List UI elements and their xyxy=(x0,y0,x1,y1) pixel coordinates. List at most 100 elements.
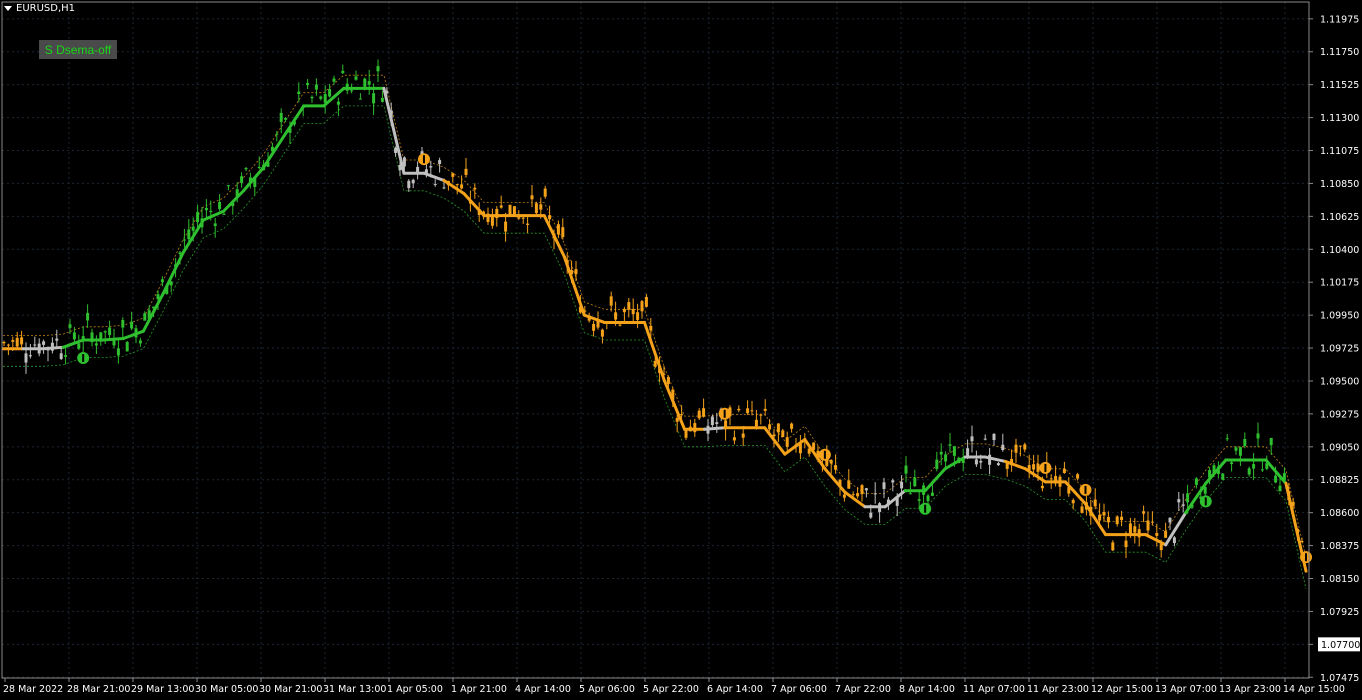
candle-body xyxy=(24,353,28,363)
candle-body xyxy=(1062,468,1066,474)
time-tick-label: 30 Mar 05:00 xyxy=(195,684,258,695)
candle-body xyxy=(1177,499,1181,503)
arrow-shaft xyxy=(1204,497,1207,506)
candle-body xyxy=(614,312,618,320)
candle-body xyxy=(891,480,895,483)
candle-body xyxy=(746,408,750,414)
candle-body xyxy=(785,437,789,447)
candle-body xyxy=(332,78,336,82)
chart-background xyxy=(0,0,1362,700)
candle-body xyxy=(1243,439,1247,447)
arrow-shaft xyxy=(1084,485,1087,494)
candle-body xyxy=(240,176,244,183)
candle-body xyxy=(574,269,578,275)
time-tick-label: 12 Apr 15:00 xyxy=(1091,684,1153,695)
candle-body xyxy=(864,488,868,491)
candle-body xyxy=(508,204,512,215)
arrow-shaft xyxy=(823,450,826,459)
time-tick-label: 30 Mar 21:00 xyxy=(259,684,322,695)
candle-body xyxy=(15,337,19,347)
price-chart[interactable]: 1.11975 1.11750 1.11525 1.11300 1.11075 1.108… xyxy=(0,0,1362,700)
arrow-shaft xyxy=(723,409,726,418)
dsema-segment xyxy=(703,426,727,431)
price-tick-label: 1.11075 xyxy=(1320,146,1359,157)
time-tick-label: 7 Apr 22:00 xyxy=(835,684,891,695)
symbol-timeframe-label[interactable]: EURUSD,H1 xyxy=(4,3,75,14)
candle-body xyxy=(319,96,323,99)
candle-body xyxy=(913,477,917,487)
candle-body xyxy=(1023,444,1027,450)
candle-body xyxy=(860,485,864,495)
price-tick-label: 1.08600 xyxy=(1320,508,1359,519)
candle-body xyxy=(138,340,142,344)
arrow-shaft xyxy=(924,504,927,513)
candle-body xyxy=(108,327,112,336)
candle-body xyxy=(1238,447,1242,456)
candle-body xyxy=(72,332,76,340)
candle-body xyxy=(407,180,411,189)
candle-body xyxy=(59,353,63,359)
candle-body xyxy=(781,430,785,437)
candle-body xyxy=(636,312,640,320)
price-tick-label: 1.09500 xyxy=(1320,376,1359,387)
current-price-text: 1.07700 xyxy=(1321,640,1360,651)
candle-body xyxy=(847,480,851,489)
candle-body xyxy=(438,160,442,165)
candle-body xyxy=(1032,464,1036,470)
candle-body xyxy=(842,494,846,498)
candle-body xyxy=(1225,438,1229,440)
candle-body xyxy=(367,81,371,85)
candle-body xyxy=(358,98,362,100)
arrow-shaft xyxy=(422,155,425,164)
candle-body xyxy=(1269,437,1273,446)
arrow-shaft xyxy=(82,354,85,362)
candle-body xyxy=(86,313,90,321)
dsema-toggle-button[interactable]: S Dsema-off xyxy=(39,40,117,59)
candle-body xyxy=(970,436,974,442)
candle-body xyxy=(1168,517,1172,523)
candle-body xyxy=(675,417,679,422)
candle-body xyxy=(561,227,565,238)
candle-body xyxy=(363,78,367,87)
time-tick-label: 8 Apr 14:00 xyxy=(899,684,955,695)
candle-body xyxy=(732,437,736,441)
candle-body xyxy=(11,340,15,342)
candle-body xyxy=(948,444,952,446)
candle-body xyxy=(759,414,763,416)
candle-body xyxy=(1221,473,1225,480)
time-tick-label: 28 Mar 2022 xyxy=(3,684,63,695)
candle-body xyxy=(1018,445,1022,447)
candle-body xyxy=(28,355,32,357)
candle-body xyxy=(209,210,213,213)
candle-body xyxy=(1186,493,1190,503)
candle-body xyxy=(20,337,24,345)
candle-body xyxy=(55,338,59,341)
candle-body xyxy=(130,321,134,329)
candle-body xyxy=(526,223,530,225)
candle-body xyxy=(125,341,129,352)
time-tick-label: 6 Apr 14:00 xyxy=(707,684,763,695)
candle-body xyxy=(350,90,354,92)
candle-body xyxy=(1274,475,1278,483)
candle-body xyxy=(974,459,978,465)
candle-body xyxy=(380,97,384,102)
candle-body xyxy=(376,66,380,72)
time-tick-label: 13 Apr 07:00 xyxy=(1155,684,1217,695)
time-tick-label: 14 Apr 15:00 xyxy=(1283,684,1345,695)
candle-body xyxy=(1256,433,1260,439)
candle-body xyxy=(666,376,670,384)
dropdown-triangle-icon[interactable] xyxy=(4,6,12,11)
candle-body xyxy=(429,166,433,168)
time-tick-label: 11 Apr 23:00 xyxy=(1027,684,1089,695)
candle-body xyxy=(952,446,956,456)
candle-body xyxy=(530,195,534,200)
candle-body xyxy=(750,410,754,412)
candle-body xyxy=(622,309,626,313)
candle-body xyxy=(618,324,622,326)
candle-body xyxy=(336,101,340,105)
candle-body xyxy=(257,166,261,169)
candle-body xyxy=(1172,537,1176,544)
arrow-shaft xyxy=(1044,463,1047,472)
candle-body xyxy=(640,301,644,312)
price-tick-label: 1.09050 xyxy=(1320,442,1359,453)
